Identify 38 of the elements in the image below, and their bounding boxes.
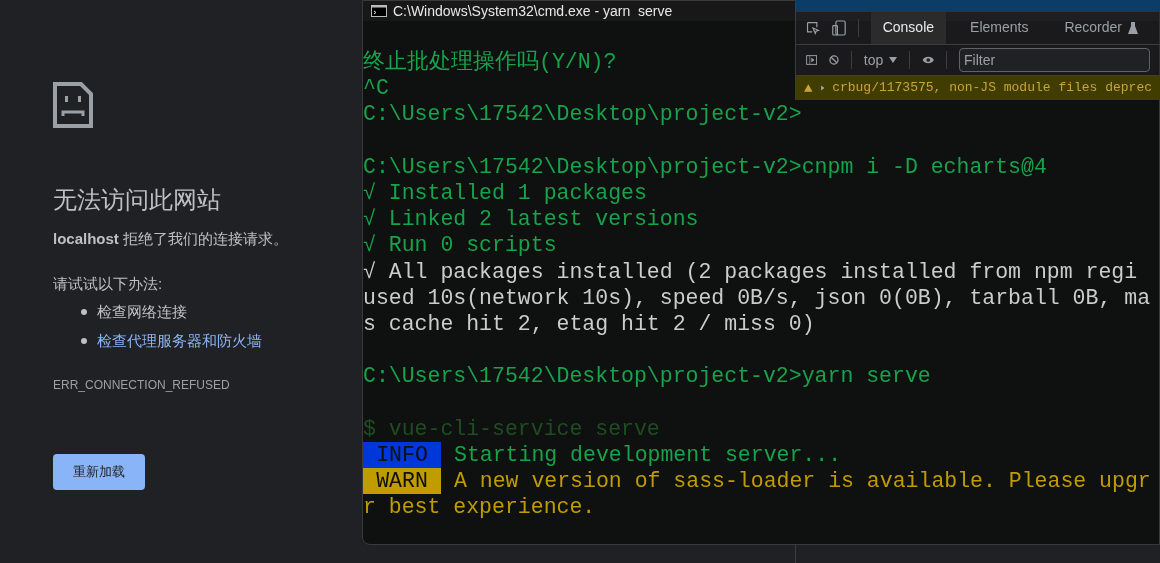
terminal-text: √ All packages installed (2 packages installed from npm regi — [363, 258, 1138, 285]
console-icon — [371, 5, 387, 17]
terminal-text: r best experience. — [363, 494, 596, 521]
suggestion-link[interactable]: 检查代理服务器和防火墙 — [97, 329, 262, 352]
error-code: ERR_CONNECTION_REFUSED — [53, 377, 231, 394]
devtools-tab[interactable]: Elements — [958, 11, 1041, 45]
terminal-text: C:\Users\17542\Desktop\project-v2>yarn serve — [363, 363, 931, 390]
log-level-badge: INFO — [363, 442, 441, 469]
terminal-text: C:\Users\17542\Desktop\project-v2>cnpm i -D echarts@4 — [363, 153, 1047, 180]
reload-button[interactable]: 重新加载 — [53, 454, 145, 490]
error-title: 无法访问此网站 — [53, 185, 222, 215]
bullet-icon — [81, 337, 87, 344]
warning-icon — [804, 82, 813, 95]
terminal-text: √ Run 0 scripts — [363, 232, 557, 259]
terminal-text: used 10s(network 10s), speed 0B/s, json 0(0B), tarball 0B, ma — [363, 284, 1151, 311]
suggestions-heading: 请试试以下办法: — [53, 273, 164, 294]
terminal-text: √ Installed 1 packages — [363, 180, 647, 207]
sad-page-icon — [53, 82, 93, 128]
terminal-text: C:\Users\17542\Desktop\project-v2> — [363, 101, 802, 128]
terminal-text: Starting development server... — [454, 442, 842, 469]
terminal-text: 终止批处理操作吗(Y/N)? — [363, 49, 617, 76]
flask-icon — [1128, 21, 1138, 34]
window-title: C:\Windows\System32\cmd.exe - yarn serve — [393, 1, 673, 21]
error-message: localhost 拒绝了我们的连接请求。 — [53, 229, 290, 249]
console-message: crbug/1173575, non-JS module files deprec — [832, 79, 1152, 98]
devtools-tab[interactable]: Recorder — [1052, 11, 1150, 45]
terminal-text: s cache hit 2, etag hit 2 / miss 0) — [363, 311, 815, 338]
terminal-text: √ Linked 2 latest versions — [363, 206, 699, 233]
device-icon[interactable] — [831, 17, 846, 38]
suggestion-text: 检查网络连接 — [97, 302, 187, 322]
log-level-badge: WARN — [363, 468, 441, 495]
terminal-text: ^C — [363, 75, 389, 102]
filter-field[interactable]: Filter — [959, 48, 1150, 73]
bullet-icon — [81, 309, 87, 316]
expand-arrow-icon[interactable] — [820, 84, 825, 93]
terminal-text: $ vue-cli-service serve — [363, 415, 660, 442]
devtools-tab[interactable]: Console — [870, 11, 947, 45]
terminal-text: A new version of sass-loader is available. Please upgr — [454, 468, 1151, 495]
